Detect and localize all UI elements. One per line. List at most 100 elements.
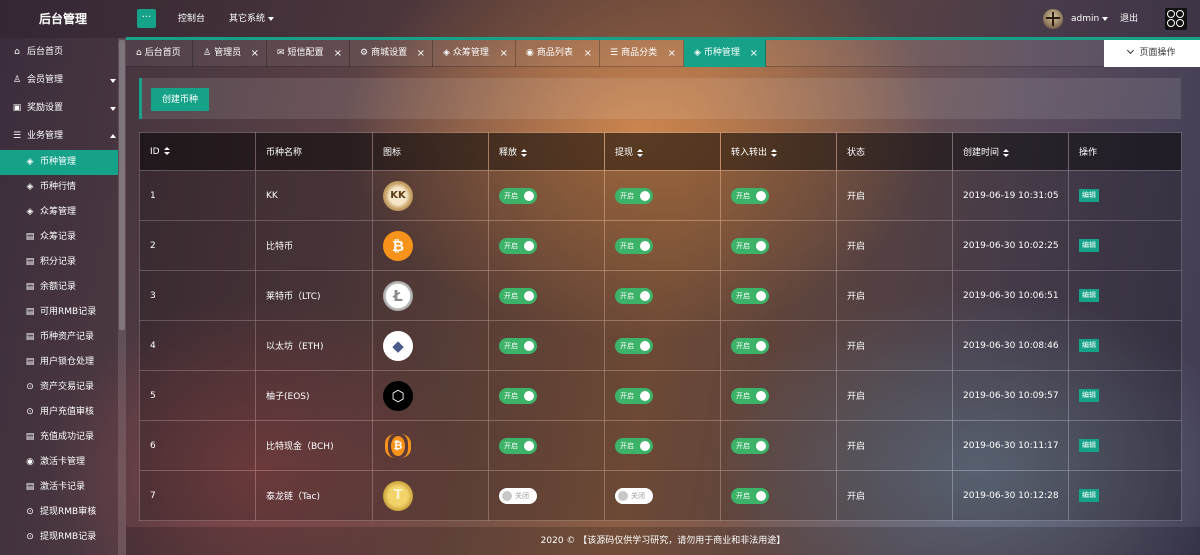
edit-button[interactable]: 编辑 bbox=[1079, 439, 1099, 452]
withdraw-toggle[interactable]: 开启 bbox=[615, 437, 653, 454]
tab-mall-settings[interactable]: ⚙ 商城设置 × bbox=[350, 40, 433, 67]
sidebar-item-business[interactable]: ☰ 业务管理 bbox=[0, 124, 118, 149]
close-icon[interactable]: × bbox=[750, 40, 758, 67]
tab-admins[interactable]: ♙ 管理员 × bbox=[193, 40, 267, 67]
sidebar-item-withdraw-records[interactable]: ⊙ 提现RMB记录 bbox=[0, 525, 118, 550]
withdraw-toggle[interactable]: 开启 bbox=[615, 187, 653, 204]
tab-home[interactable]: ⌂ 后台首页 bbox=[126, 40, 193, 67]
sidebar-item-home[interactable]: ⌂ 后台首页 bbox=[0, 40, 118, 65]
transfer-toggle[interactable]: 开启 bbox=[731, 187, 769, 204]
close-icon[interactable]: × bbox=[668, 40, 676, 67]
edit-button[interactable]: 编辑 bbox=[1079, 239, 1099, 252]
sidebar-item-rewards[interactable]: ▣ 奖励设置 bbox=[0, 96, 118, 121]
edit-button[interactable]: 编辑 bbox=[1079, 339, 1099, 352]
coin-icon: ◈ bbox=[26, 157, 34, 167]
close-icon[interactable]: × bbox=[417, 40, 425, 67]
sidebar-item-label: 资产交易记录 bbox=[40, 382, 95, 392]
sidebar-item-rmb-records[interactable]: ▤ 可用RMB记录 bbox=[0, 300, 118, 325]
withdraw-toggle[interactable]: 关闭 bbox=[615, 487, 653, 504]
page-operations-menu[interactable]: 页面操作 bbox=[1104, 40, 1200, 67]
withdraw-toggle[interactable]: 开启 bbox=[615, 387, 653, 404]
cell-name: 莱特币（LTC) bbox=[255, 270, 373, 321]
cell-withdraw: 开启 bbox=[604, 220, 721, 271]
close-icon[interactable]: × bbox=[500, 40, 508, 67]
transfer-toggle[interactable]: 开启 bbox=[731, 237, 769, 254]
user-icon: ♙ bbox=[203, 48, 212, 58]
release-toggle[interactable]: 开启 bbox=[499, 387, 537, 404]
release-toggle[interactable]: 关闭 bbox=[499, 487, 537, 504]
edit-button[interactable]: 编辑 bbox=[1079, 489, 1099, 502]
user-menu[interactable]: admin bbox=[1071, 0, 1109, 38]
nav-dashboard-link[interactable]: 控制台 bbox=[178, 0, 205, 38]
transfer-toggle[interactable]: 开启 bbox=[731, 287, 769, 304]
column-header-id[interactable]: ID bbox=[139, 132, 256, 171]
tab-product-list[interactable]: ◉ 商品列表 × bbox=[516, 40, 600, 67]
logout-link[interactable]: 退出 bbox=[1120, 0, 1138, 38]
cell-status: 开启 bbox=[836, 370, 953, 421]
sidebar-item-coin-asset-records[interactable]: ▤ 币种资产记录 bbox=[0, 325, 118, 350]
sidebar-item-crowdfunding[interactable]: ◈ 众筹管理 bbox=[0, 200, 118, 225]
release-toggle[interactable]: 开启 bbox=[499, 187, 537, 204]
cell-withdraw: 开启 bbox=[604, 420, 721, 471]
avatar[interactable] bbox=[1043, 9, 1063, 29]
sidebar-item-activation-cards[interactable]: ◉ 激活卡管理 bbox=[0, 450, 118, 475]
release-toggle[interactable]: 开启 bbox=[499, 437, 537, 454]
sidebar-item-recharge-success[interactable]: ▤ 充值成功记录 bbox=[0, 425, 118, 450]
sort-icon[interactable] bbox=[521, 148, 528, 157]
sidebar-item-asset-trade-records[interactable]: ⊙ 资产交易记录 bbox=[0, 375, 118, 400]
sidebar-item-lock-processing[interactable]: ▤ 用户锁仓处理 bbox=[0, 350, 118, 375]
sidebar-item-activation-card-records[interactable]: ▤ 激活卡记录 bbox=[0, 475, 118, 500]
cell-id: 6 bbox=[139, 420, 256, 471]
column-header-release[interactable]: 释放 bbox=[488, 132, 605, 171]
close-icon[interactable]: × bbox=[584, 40, 592, 67]
transfer-toggle[interactable]: 开启 bbox=[731, 437, 769, 454]
sidebar-item-points-records[interactable]: ▤ 积分记录 bbox=[0, 250, 118, 275]
withdraw-toggle[interactable]: 开启 bbox=[615, 237, 653, 254]
coin-icon: ◈ bbox=[26, 182, 34, 192]
sidebar-item-members[interactable]: ♙ 会员管理 bbox=[0, 68, 118, 93]
sidebar-scrollbar-thumb[interactable] bbox=[119, 40, 125, 330]
release-toggle[interactable]: 开启 bbox=[499, 237, 537, 254]
transfer-toggle[interactable]: 开启 bbox=[731, 487, 769, 504]
coin-icon: ◈ bbox=[443, 48, 450, 58]
app-logo-icon[interactable] bbox=[1165, 8, 1187, 30]
column-header-withdraw[interactable]: 提现 bbox=[604, 132, 721, 171]
sort-icon[interactable] bbox=[1003, 148, 1010, 157]
withdraw-toggle[interactable]: 开启 bbox=[615, 337, 653, 354]
close-icon[interactable]: × bbox=[251, 40, 259, 67]
create-coin-button[interactable]: 创建币种 bbox=[151, 88, 209, 111]
sort-icon[interactable] bbox=[637, 148, 644, 157]
transfer-toggle[interactable]: 开启 bbox=[731, 337, 769, 354]
sidebar-item-crowdfunding-records[interactable]: ▤ 众筹记录 bbox=[0, 225, 118, 250]
footer: 2020 © 【该源码仅供学习研究，请勿用于商业和非法用途】 bbox=[126, 527, 1200, 555]
release-toggle[interactable]: 开启 bbox=[499, 287, 537, 304]
circle-icon: ◉ bbox=[26, 457, 34, 467]
release-toggle[interactable]: 开启 bbox=[499, 337, 537, 354]
sidebar-item-recharge-review[interactable]: ⊙ 用户充值审核 bbox=[0, 400, 118, 425]
edit-button[interactable]: 编辑 bbox=[1079, 389, 1099, 402]
sidebar-item-coin-management[interactable]: ◈ 币种管理 bbox=[0, 150, 118, 175]
tab-product-categories[interactable]: ☰ 商品分类 × bbox=[600, 40, 684, 67]
sort-icon[interactable] bbox=[771, 148, 778, 157]
menu-toggle-button[interactable]: ··· bbox=[137, 9, 156, 28]
transfer-toggle[interactable]: 开启 bbox=[731, 387, 769, 404]
edit-button[interactable]: 编辑 bbox=[1079, 289, 1099, 302]
tab-crowdfunding[interactable]: ◈ 众筹管理 × bbox=[433, 40, 516, 67]
column-header-created[interactable]: 创建时间 bbox=[952, 132, 1069, 171]
sidebar-item-coin-market[interactable]: ◈ 币种行情 bbox=[0, 175, 118, 200]
withdraw-toggle[interactable]: 开启 bbox=[615, 287, 653, 304]
tab-coin-management[interactable]: ◈ 币种管理 × bbox=[684, 40, 766, 67]
edit-button[interactable]: 编辑 bbox=[1079, 189, 1099, 202]
circle-icon: ◉ bbox=[526, 48, 534, 58]
tab-sms-config[interactable]: ✉ 短信配置 × bbox=[267, 40, 350, 67]
chevron-down-icon bbox=[1102, 16, 1109, 21]
chevron-up-icon bbox=[110, 134, 116, 138]
column-header-transfer[interactable]: 转入转出 bbox=[720, 132, 837, 171]
sidebar-item-withdraw-review[interactable]: ⊙ 提现RMB审核 bbox=[0, 500, 118, 525]
nav-other-systems-menu[interactable]: 其它系统 bbox=[229, 0, 275, 38]
sidebar-item-balance-records[interactable]: ▤ 余额记录 bbox=[0, 275, 118, 300]
sort-icon[interactable] bbox=[163, 147, 170, 155]
close-icon[interactable]: × bbox=[334, 40, 342, 67]
tab-label: 管理员 bbox=[214, 48, 242, 58]
record-icon: ▤ bbox=[25, 357, 35, 367]
